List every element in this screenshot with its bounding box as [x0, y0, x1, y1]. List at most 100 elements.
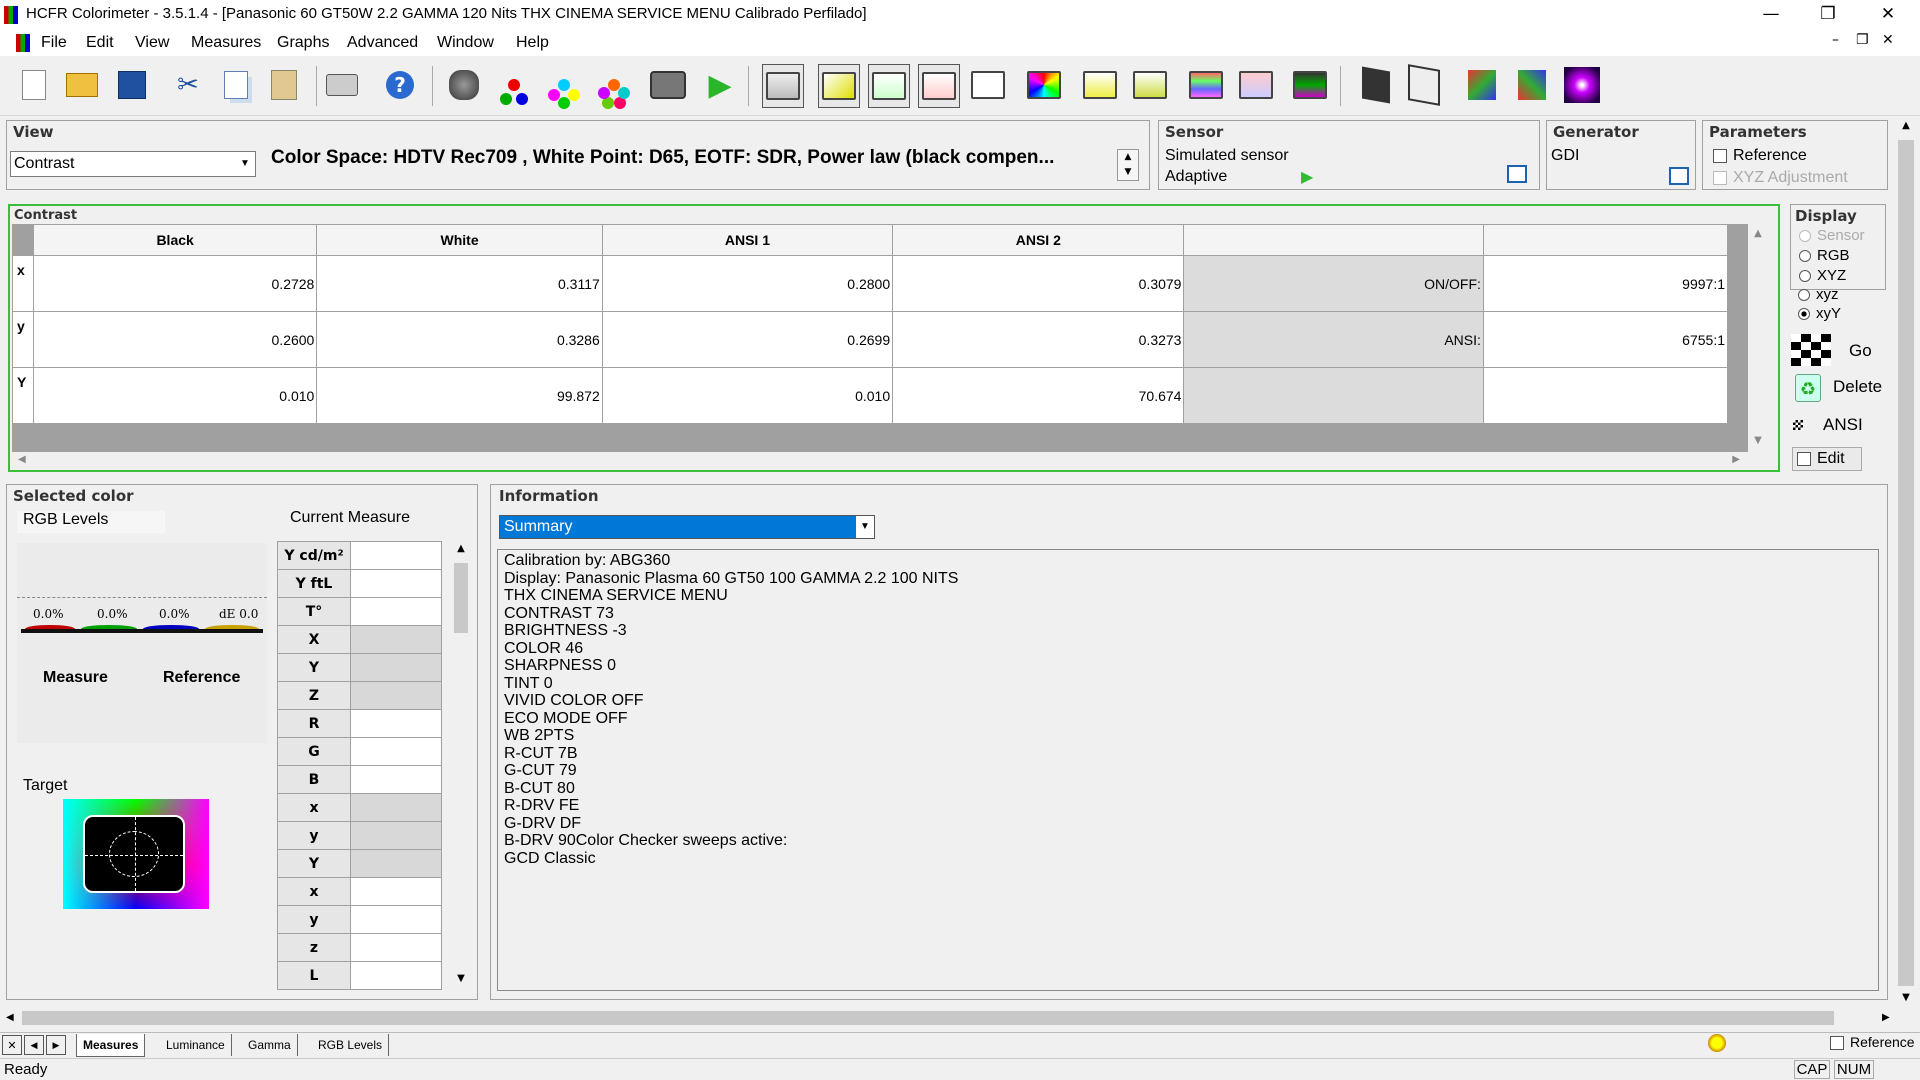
display-option-xyY[interactable]: xyY [1798, 305, 1841, 322]
film-1-icon[interactable] [1356, 64, 1396, 106]
help-icon[interactable]: ? [380, 64, 420, 106]
display-option-xyz[interactable]: xyz [1798, 286, 1839, 303]
cell-ansi1-x[interactable]: 0.2800 [601, 255, 894, 312]
cube-1-icon[interactable] [1462, 64, 1502, 106]
mdi-restore-button[interactable]: ❐ [1856, 32, 1869, 48]
xyz-adjustment-checkbox: XYZ Adjustment [1713, 169, 1848, 187]
film-2-icon[interactable] [1404, 64, 1444, 106]
measure-vscrollbar[interactable]: ▲ ▼ [451, 541, 471, 991]
cell-white-Y[interactable]: 99.872 [316, 367, 603, 424]
mdi-minimize-button[interactable]: – [1832, 32, 1839, 48]
information-select[interactable]: Summary ▼ [499, 515, 875, 539]
monitor-6-icon[interactable] [1024, 64, 1064, 106]
tab-measures[interactable]: Measures [76, 1034, 146, 1057]
cell-black-y[interactable]: 0.2600 [32, 311, 318, 368]
rgb-balls-icon[interactable] [494, 64, 534, 106]
edit-toggle[interactable]: Edit [1792, 447, 1862, 471]
restore-button[interactable]: ❐ [1800, 0, 1856, 30]
cell-ansi1-y[interactable]: 0.2699 [601, 311, 894, 368]
cell-white-x[interactable]: 0.3117 [316, 255, 603, 312]
contrast-hscrollbar[interactable]: ◀ ▶ [12, 452, 1748, 470]
menu-edit[interactable]: Edit [86, 34, 114, 52]
new-icon[interactable] [14, 64, 54, 106]
metric-label [1183, 367, 1484, 424]
monitor-4-icon[interactable] [918, 64, 960, 108]
menu-graphs[interactable]: Graphs [277, 34, 329, 52]
cell-ansi2-x[interactable]: 0.3079 [892, 255, 1185, 312]
go-button[interactable]: Go [1787, 334, 1887, 368]
delete-button[interactable]: ♻ Delete [1787, 370, 1887, 404]
monitor-8-icon[interactable] [1130, 64, 1170, 106]
menu-advanced[interactable]: Advanced [347, 34, 418, 52]
main-hscrollbar[interactable]: ◀ ▶ [0, 1008, 1896, 1028]
print-icon[interactable] [322, 64, 362, 106]
scroll-thumb[interactable] [454, 563, 468, 633]
cube-2-icon[interactable] [1512, 64, 1552, 106]
tab-close-icon[interactable]: ✕ [2, 1035, 22, 1055]
saturation-balls-icon[interactable] [594, 64, 634, 106]
sensor-panel: Sensor Simulated sensor Adaptive ▶ [1158, 120, 1540, 190]
menu-window[interactable]: Window [437, 34, 494, 52]
camera-icon[interactable] [648, 64, 688, 106]
ansi-button[interactable]: ANSI [1787, 408, 1887, 442]
menu-view[interactable]: View [135, 34, 169, 52]
monitor-3-icon[interactable] [868, 64, 910, 108]
paste-icon[interactable] [264, 64, 304, 106]
burst-icon[interactable] [1562, 64, 1602, 106]
tab-luminance[interactable]: Luminance [160, 1034, 232, 1056]
cell-ansi1-Y[interactable]: 0.010 [601, 367, 894, 424]
tab-prev-icon[interactable]: ◀ [24, 1035, 44, 1055]
monitor-5-icon[interactable] [968, 64, 1008, 106]
save-icon[interactable] [112, 64, 152, 106]
sensor-icon[interactable] [444, 64, 484, 106]
menu-help[interactable]: Help [516, 34, 549, 52]
main-vscroll-thumb[interactable] [1898, 140, 1914, 986]
main-vscrollbar[interactable]: ▲ ▼ [1896, 116, 1916, 1006]
play-icon[interactable]: ▶ [700, 64, 740, 106]
menu-measures[interactable]: Measures [191, 34, 261, 52]
cell-black-Y[interactable]: 0.010 [32, 367, 318, 424]
measure-row-value [350, 821, 442, 850]
copy-icon[interactable] [216, 64, 256, 106]
reference-status-label: Reference [1850, 1034, 1915, 1050]
display-option-XYZ[interactable]: XYZ [1799, 267, 1846, 284]
contrast-vscrollbar[interactable]: ▲ ▼ [1748, 224, 1768, 452]
tab-gamma[interactable]: Gamma [242, 1034, 298, 1056]
cut-icon[interactable]: ✂ [168, 64, 208, 106]
tab-next-icon[interactable]: ▶ [46, 1035, 66, 1055]
generator-config-icon[interactable] [1669, 167, 1689, 185]
menu-file[interactable]: File [41, 34, 67, 52]
monitor-11-icon[interactable] [1290, 64, 1330, 106]
measure-row-label: y [277, 905, 351, 934]
view-spin-button[interactable]: ▲ ▼ [1117, 149, 1139, 181]
main-hscroll-thumb[interactable] [22, 1011, 1834, 1025]
monitor-7-icon[interactable] [1080, 64, 1120, 106]
monitor-9-icon[interactable] [1186, 64, 1226, 106]
open-icon[interactable] [62, 64, 102, 106]
cell-ansi2-Y[interactable]: 70.674 [892, 367, 1185, 424]
tab-rgb-levels[interactable]: RGB Levels [312, 1034, 390, 1056]
sensor-config-icon[interactable] [1507, 165, 1527, 183]
monitor-1-icon[interactable] [762, 64, 804, 108]
reference-checkbox[interactable]: Reference [1713, 147, 1807, 165]
target-circle [109, 831, 159, 877]
close-button[interactable]: ✕ [1860, 0, 1916, 30]
mdi-close-button[interactable]: ✕ [1882, 32, 1894, 48]
cell-ansi2-y[interactable]: 0.3273 [892, 311, 1185, 368]
cell-white-y[interactable]: 0.3286 [316, 311, 603, 368]
monitor-2-icon[interactable] [818, 64, 860, 108]
cell-black-x[interactable]: 0.2728 [32, 255, 318, 312]
minimize-button[interactable]: — [1743, 0, 1799, 30]
reference-status-checkbox[interactable]: Reference [1830, 1034, 1915, 1051]
information-select-value: Summary [504, 518, 573, 535]
monitor-10-icon[interactable] [1236, 64, 1276, 106]
table-row: x 0.2728 0.3117 0.2800 0.3079 ON/OFF: 99… [12, 255, 1729, 312]
display-option-rgb[interactable]: RGB [1799, 247, 1850, 264]
measure-row-label: Y [277, 849, 351, 878]
view-select[interactable]: Contrast ▼ [10, 151, 256, 177]
information-text-area[interactable]: Calibration by: ABG360 Display: Panasoni… [497, 549, 1879, 991]
color-balls-icon[interactable] [544, 64, 584, 106]
play-icon[interactable]: ▶ [1301, 167, 1313, 186]
sensor-name: Simulated sensor [1165, 147, 1289, 164]
measure-label: Measure [43, 669, 108, 686]
